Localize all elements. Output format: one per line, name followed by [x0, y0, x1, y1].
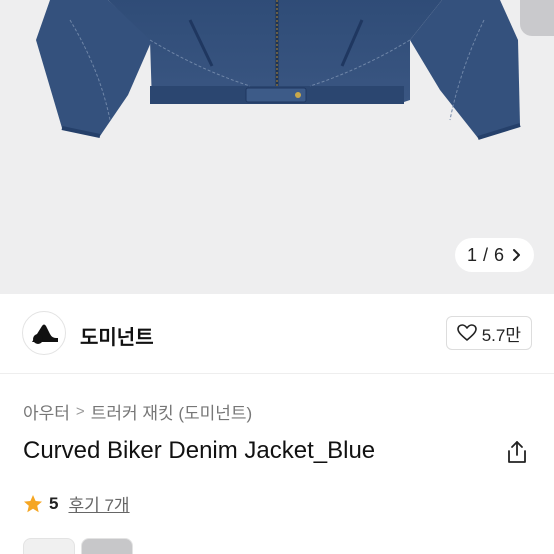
breadcrumb: 아우터 > 트러커 재킷 (도미넌트) — [23, 399, 252, 424]
like-count: 5.7만 — [481, 325, 521, 345]
option-chip[interactable] — [23, 538, 75, 554]
reviews-link[interactable]: 후기 7개 — [68, 491, 129, 516]
brand-name[interactable]: 도미넌트 — [80, 321, 154, 350]
star-icon — [24, 494, 42, 512]
rating-score: 5 — [49, 493, 59, 513]
product-title: Curved Biker Denim Jacket_Blue — [23, 437, 376, 464]
current-page: 1 — [466, 244, 477, 265]
breadcrumb-item-trucker-jacket[interactable]: 트러커 재킷 (도미넌트) — [91, 399, 253, 424]
gallery-page-counter[interactable]: 1 / 6 — [454, 238, 534, 272]
breadcrumb-separator: > — [75, 403, 85, 420]
option-chip[interactable] — [81, 538, 133, 554]
share-icon[interactable] — [506, 440, 528, 464]
chevron-right-icon[interactable] — [510, 248, 524, 262]
total-pages: 6 — [493, 244, 504, 265]
gallery-corner-tab — [520, 0, 554, 36]
brand-row[interactable]: 도미넌트 5.7만 — [0, 294, 554, 374]
page-separator: / — [482, 244, 488, 265]
breadcrumb-item-outer[interactable]: 아우터 — [23, 399, 70, 424]
like-button[interactable]: 5.7만 — [445, 316, 532, 350]
product-image-gallery[interactable]: 1 / 6 — [0, 0, 554, 294]
rating-row: 5 후기 7개 — [23, 491, 130, 516]
brand-logo-icon[interactable] — [22, 311, 66, 355]
heart-outline-icon — [456, 324, 477, 341]
option-chip-strip — [23, 538, 133, 554]
